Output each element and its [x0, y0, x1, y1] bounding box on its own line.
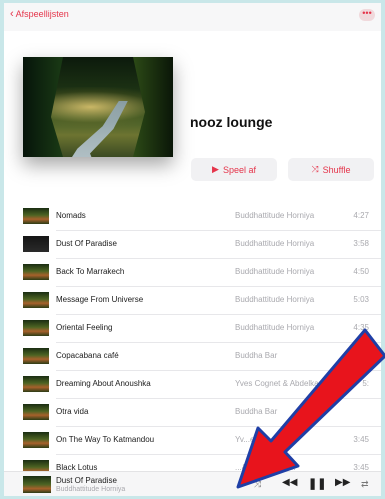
previous-icon[interactable]: ◀◀ — [282, 477, 297, 488]
track-artwork — [23, 320, 49, 336]
track-duration: 5: — [362, 379, 369, 388]
track-duration: 3:58 — [353, 239, 369, 248]
track-title: On The Way To Katmandou — [56, 435, 155, 444]
shuffle-label: Shuffle — [322, 164, 351, 175]
music-app-window: ‹ Afspeellijsten ••• nooz lounge ▶ Speel… — [4, 3, 381, 496]
track-artist: Buddhattitude Horniya — [235, 323, 315, 332]
track-artist: Buddhattitude Horniya — [235, 211, 315, 220]
album-artwork — [23, 57, 173, 157]
back-label: Afspeellijsten — [15, 9, 69, 19]
track-artist: Buddhattitude Horniya — [235, 239, 315, 248]
track-artwork — [23, 264, 49, 280]
track-artwork — [23, 404, 49, 420]
repeat-icon[interactable]: ⇄ — [361, 479, 369, 490]
next-icon[interactable]: ▶▶ — [335, 477, 350, 488]
track-title: Message From Universe — [56, 295, 144, 304]
play-icon: ▶ — [212, 164, 219, 174]
track-row[interactable]: Dreaming About Anoushka Yves Cognet & Abd… — [4, 371, 381, 399]
pause-icon[interactable]: ❚❚ — [308, 477, 326, 490]
track-row[interactable]: Copacabana café Buddha Bar 4:16 — [4, 343, 381, 371]
play-label: Speel af — [222, 164, 256, 175]
track-row[interactable]: Oriental Feeling Buddhattitude Horniya 4:3… — [4, 315, 381, 343]
top-bar: ‹ Afspeellijsten ••• — [4, 3, 381, 31]
track-artist: Buddha Bar — [235, 351, 278, 360]
track-title: Nomads — [56, 211, 86, 220]
track-artwork — [23, 376, 49, 392]
track-row[interactable]: Back To Marrakech Buddhattitude Horniya 4:… — [4, 259, 381, 287]
track-duration: 3:45 — [353, 435, 369, 444]
track-row[interactable]: Otra vida Buddha Bar — [4, 399, 381, 427]
track-artist: Buddhattitude Horniya — [235, 267, 315, 276]
track-artist: Yves Cognet & Abdelkader... — [235, 379, 337, 388]
track-artwork — [23, 432, 49, 448]
chevron-left-icon: ‹ — [10, 8, 14, 20]
track-duration: 4:35 — [353, 323, 369, 332]
track-title: Otra vida — [56, 407, 89, 416]
track-row[interactable]: Dust Of Paradise Buddhattitude Horniya 3:5… — [4, 231, 381, 259]
more-options-button[interactable]: ••• — [359, 9, 375, 21]
back-button[interactable]: ‹ Afspeellijsten — [10, 8, 69, 20]
track-title: Dust Of Paradise — [56, 239, 117, 248]
track-duration: 4:27 — [353, 211, 369, 220]
track-title: Back To Marrakech — [56, 267, 125, 276]
now-playing-artist: Buddhattitude Horniya — [56, 486, 126, 493]
track-artwork — [23, 292, 49, 308]
now-playing-title: Dust Of Paradise — [56, 476, 117, 485]
track-title: Oriental Feeling — [56, 323, 113, 332]
shuffle-button[interactable]: ⤨ Shuffle — [288, 158, 374, 181]
track-title: Dreaming About Anoushka — [56, 379, 151, 388]
shuffle-icon: ⤨ — [311, 164, 319, 174]
track-title: Copacabana café — [56, 351, 119, 360]
mini-player[interactable]: Dust Of Paradise Buddhattitude Horniya ⤨… — [4, 471, 381, 496]
track-row[interactable]: Nomads Buddhattitude Horniya 4:27 — [4, 203, 381, 231]
track-duration: 5:03 — [353, 295, 369, 304]
track-artist: Buddha Bar — [235, 407, 278, 416]
track-row[interactable]: On The Way To Katmandou Yv...er... 3:45 — [4, 427, 381, 455]
shuffle-icon[interactable]: ⤨ — [254, 479, 261, 490]
track-artist: Buddhattitude Horniya — [235, 295, 315, 304]
playlist-title: nooz lounge — [190, 114, 273, 130]
track-artwork — [23, 236, 49, 252]
track-duration: 4:16 — [353, 351, 369, 360]
track-row[interactable]: Message From Universe Buddhattitude Horni… — [4, 287, 381, 315]
now-playing-artwork — [23, 476, 51, 493]
track-list: Nomads Buddhattitude Horniya 4:27 Dust Of … — [4, 203, 381, 483]
track-duration: 4:50 — [353, 267, 369, 276]
track-artist: Yv...er... — [235, 435, 264, 444]
track-artwork — [23, 348, 49, 364]
play-button[interactable]: ▶ Speel af — [191, 158, 277, 181]
track-artwork — [23, 208, 49, 224]
